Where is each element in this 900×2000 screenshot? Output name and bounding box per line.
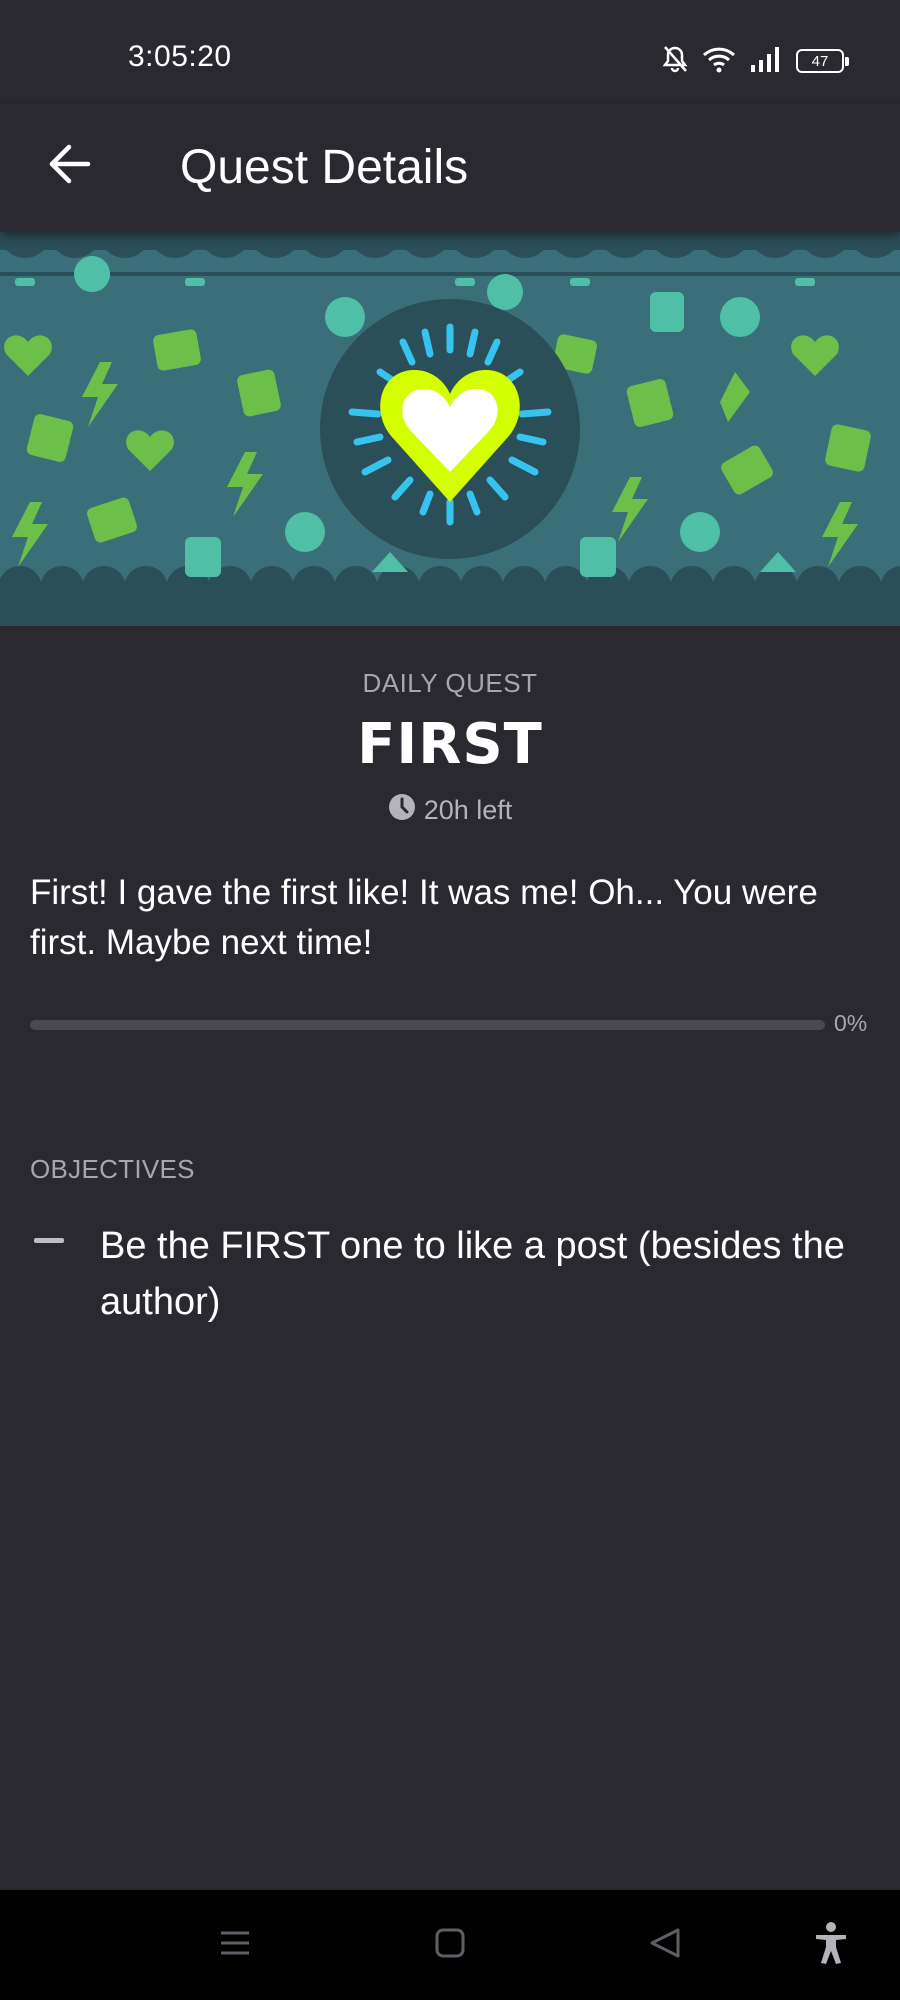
menu-icon — [218, 1928, 252, 1963]
quest-type-label: DAILY QUEST — [362, 668, 538, 698]
home-icon — [434, 1927, 466, 1964]
signal-icon — [750, 45, 782, 78]
quest-name: FIRST — [357, 712, 543, 777]
battery-icon: 47 — [796, 49, 849, 73]
status-icons: 47 — [662, 44, 849, 78]
objectives-heading: OBJECTIVES — [30, 1154, 195, 1184]
bell-muted-icon — [662, 45, 688, 78]
app-bar: Quest Details — [0, 104, 900, 232]
progress-label: 0% — [834, 1010, 868, 1036]
nav-back-button[interactable] — [640, 1920, 690, 1970]
home-button[interactable] — [425, 1920, 475, 1970]
quest-banner — [0, 232, 900, 626]
accessibility-icon — [813, 1921, 849, 1970]
wifi-icon — [702, 45, 736, 78]
time-left-text: 20h left — [423, 795, 513, 825]
banner-illustration — [0, 232, 900, 626]
quest-description: First! I gave the first like! It was me!… — [30, 873, 818, 962]
system-nav-bar — [0, 1890, 900, 2000]
clock-icon — [388, 793, 416, 828]
back-button[interactable] — [40, 136, 100, 196]
arrow-left-icon — [48, 144, 92, 189]
page-title: Quest Details — [180, 141, 469, 194]
progress-bar — [30, 1020, 825, 1030]
battery-level: 47 — [811, 52, 829, 70]
menu-button[interactable] — [210, 1920, 260, 1970]
accessibility-button[interactable] — [806, 1920, 856, 1970]
dash-icon — [34, 1238, 64, 1243]
objective-text: Be the FIRST one to like a post (besides… — [100, 1225, 845, 1323]
status-time: 3:05:20 — [128, 40, 232, 73]
time-left: 20h left — [0, 793, 900, 828]
back-icon — [648, 1926, 682, 1965]
status-bar: 3:05:20 47 — [0, 0, 900, 104]
